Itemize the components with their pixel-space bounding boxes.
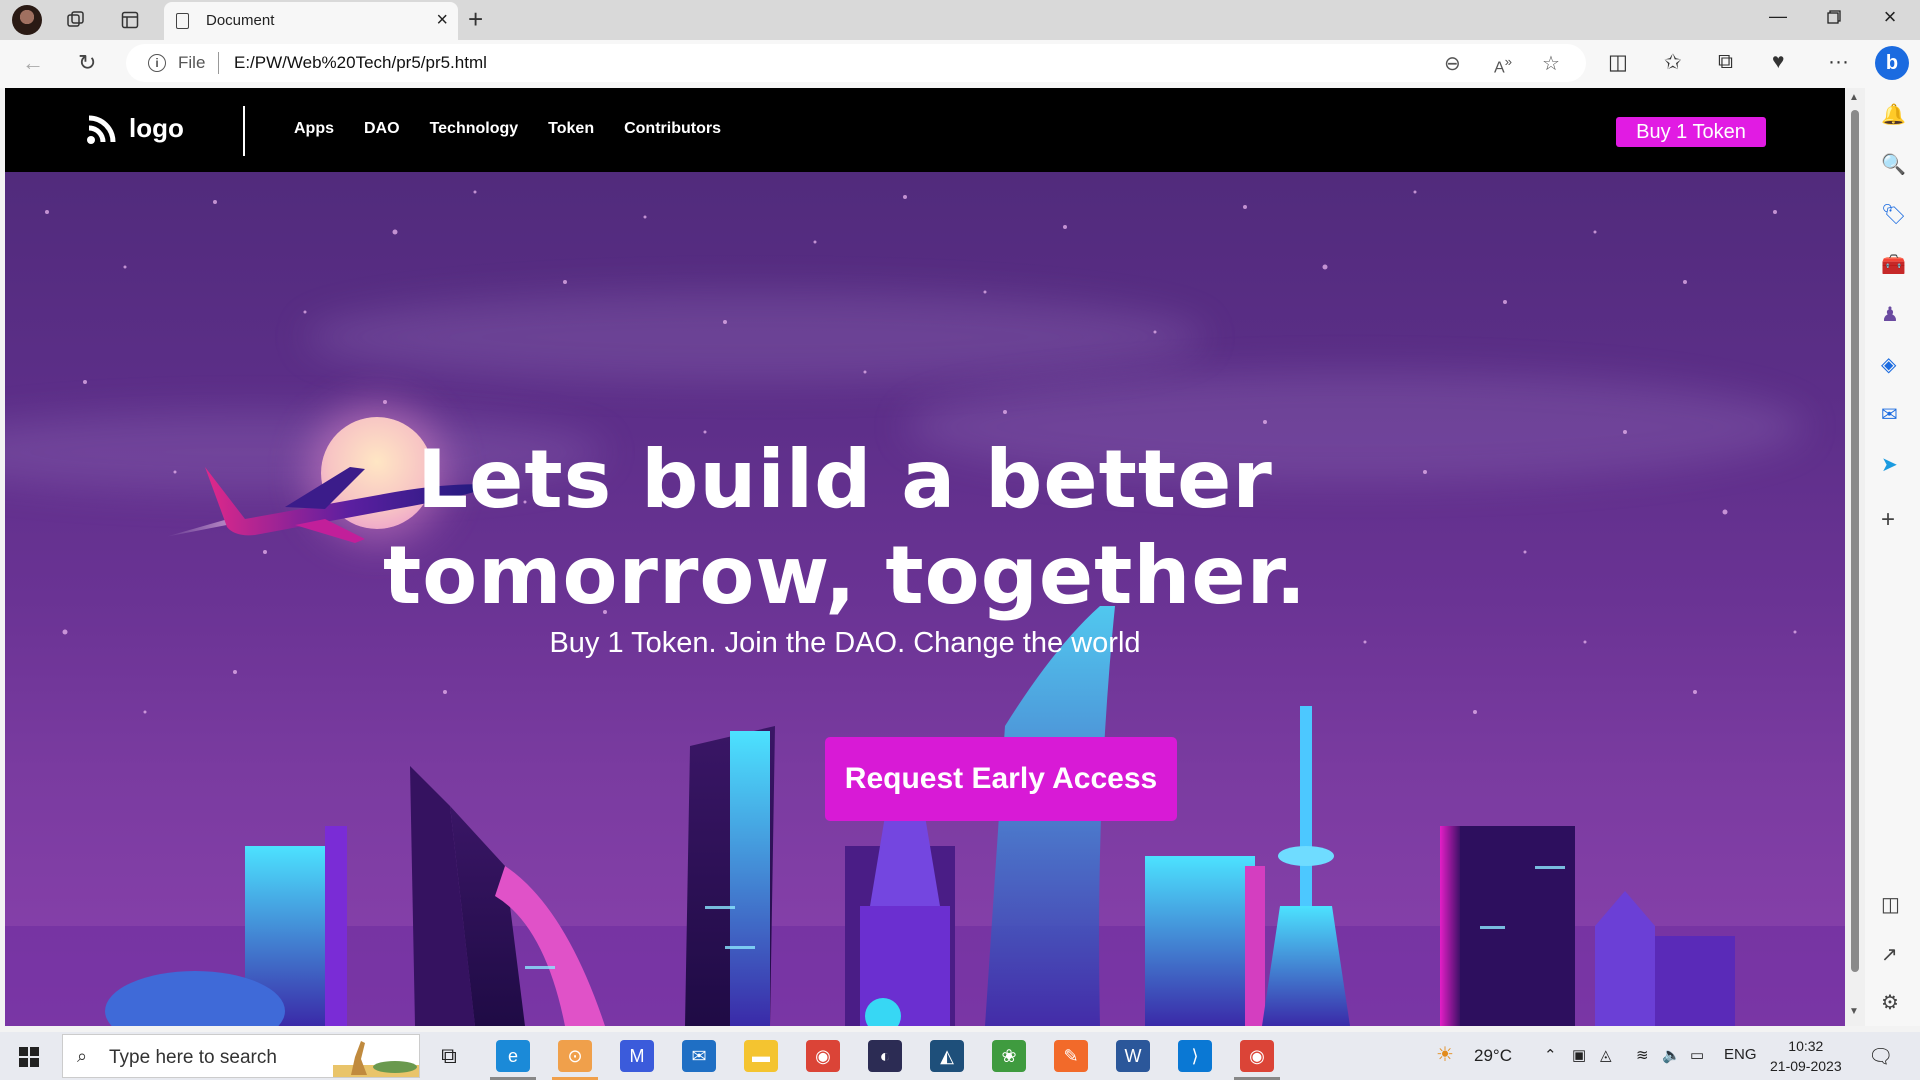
nav-item-token[interactable]: Token (548, 120, 594, 138)
refresh-icon[interactable]: ↻ (78, 50, 96, 76)
shopping-icon[interactable]: 🏷 (1881, 202, 1906, 227)
tools-icon[interactable]: 🧰 (1881, 252, 1906, 277)
favorites-icon[interactable]: ✩ (1664, 50, 1682, 75)
settings-gear-icon[interactable]: ⚙ (1881, 990, 1899, 1015)
browser-sidebar: b 🔔 🔍 🏷 🧰 ♟ ◈ ✉ ➤ + ◫ ↗ ⚙ (1865, 40, 1920, 1026)
site-logo[interactable]: logo (85, 110, 184, 146)
file-explorer-icon[interactable]: ▬ (744, 1040, 778, 1072)
scroll-up-icon[interactable]: ▲ (1849, 92, 1859, 103)
hero-subline: Buy 1 Token. Join the DAO. Change the wo… (549, 627, 1141, 659)
edge-icon[interactable]: e (496, 1040, 530, 1072)
workspaces-icon[interactable] (64, 8, 88, 32)
page-icon (176, 13, 189, 29)
main-menu: Apps DAO Technology Token Contributors (294, 120, 721, 138)
nav-item-dao[interactable]: DAO (364, 120, 400, 138)
mail-icon[interactable]: ✉ (682, 1040, 716, 1072)
windows-start-icon[interactable] (18, 1046, 40, 1068)
browser-titlebar: Document × + — × (0, 0, 1920, 40)
app-icon-orange-pen[interactable]: ✎ (1054, 1040, 1088, 1072)
microsoft-365-icon[interactable]: ◈ (1881, 352, 1896, 377)
search-icon: ⌕ (77, 1046, 88, 1066)
tab-actions-icon[interactable] (118, 8, 142, 32)
task-view-icon[interactable]: ⧉ (432, 1040, 466, 1072)
minimize-icon[interactable]: — (1758, 6, 1798, 27)
address-bar[interactable]: i File E:/PW/Web%20Tech/pr5/pr5.html ⊖ A… (126, 44, 1586, 82)
hide-sidebar-icon[interactable]: ◫ (1881, 892, 1900, 917)
address-separator (218, 52, 219, 74)
word-icon[interactable]: W (1116, 1040, 1150, 1072)
buy-token-button[interactable]: Buy 1 Token (1616, 117, 1766, 147)
page-scrollbar[interactable]: ▲ ▼ (1845, 88, 1865, 1026)
wifi-icon[interactable]: ≋ (1636, 1046, 1649, 1064)
collections-icon[interactable]: ⧉ (1718, 50, 1733, 74)
headline-line-2: tomorrow, together. (382, 529, 1308, 622)
site-navbar: logo Apps DAO Technology Token Contribut… (5, 88, 1845, 172)
search-icon[interactable]: 🔍 (1881, 152, 1906, 177)
clock-time: 10:32 (1788, 1038, 1824, 1054)
clock-date: 21-09-2023 (1770, 1058, 1842, 1074)
chrome-icon[interactable]: ◉ (806, 1040, 840, 1072)
hero-section: Lets build a better tomorrow, together. … (5, 172, 1845, 1026)
read-aloud-icon[interactable]: A» (1494, 54, 1512, 77)
hero-headline: Lets build a better tomorrow, together. (5, 432, 1685, 624)
search-placeholder: Type here to search (109, 1047, 277, 1068)
nav-divider (243, 106, 245, 156)
request-early-access-button[interactable]: Request Early Access (825, 737, 1177, 821)
show-hidden-icons-icon[interactable]: ⌃ (1544, 1046, 1557, 1064)
nav-item-contributors[interactable]: Contributors (624, 120, 721, 138)
favorite-star-icon[interactable]: ☆ (1542, 51, 1560, 76)
taskbar-search[interactable]: ⌕ Type here to search (62, 1034, 420, 1078)
mysql-icon[interactable]: ◭ (930, 1040, 964, 1072)
app-icon-blue[interactable]: M (620, 1040, 654, 1072)
close-tab-icon[interactable]: × (436, 9, 448, 32)
copilot-icon[interactable]: b (1875, 46, 1909, 80)
new-tab-icon[interactable]: + (468, 4, 483, 35)
temperature-text[interactable]: 29°C (1474, 1046, 1512, 1066)
windows-taskbar: ⌕ Type here to search ⧉ e ⊙ M ✉ ▬ ◉ ◐ ◭ … (0, 1032, 1920, 1080)
search-highlight-icon (333, 1041, 419, 1077)
drop-icon[interactable]: ➤ (1881, 452, 1898, 477)
zoom-out-icon[interactable]: ⊖ (1444, 51, 1461, 76)
open-external-icon[interactable]: ↗ (1881, 942, 1898, 967)
app-icon-green[interactable]: ❀ (992, 1040, 1026, 1072)
chrome-profile-icon[interactable]: ◉ (1240, 1040, 1274, 1072)
split-screen-icon[interactable]: ◫ (1608, 50, 1628, 75)
browser-toolbar: ← ↻ i File E:/PW/Web%20Tech/pr5/pr5.html… (0, 40, 1920, 88)
close-window-icon[interactable]: × (1870, 4, 1910, 30)
page-viewport: logo Apps DAO Technology Token Contribut… (5, 88, 1845, 1026)
eclipse-icon[interactable]: ◐ (868, 1040, 902, 1072)
tab-title: Document (206, 12, 275, 29)
file-label: File (178, 53, 206, 72)
logo-icon (87, 115, 116, 144)
volume-icon[interactable]: 🔈 (1662, 1046, 1681, 1064)
games-icon[interactable]: ♟ (1881, 302, 1899, 327)
vscode-icon[interactable]: ⟩ (1178, 1040, 1212, 1072)
weather-icon[interactable]: ☀ (1436, 1042, 1454, 1067)
app-icon-orange[interactable]: ⊙ (558, 1040, 592, 1072)
back-icon[interactable]: ← (22, 50, 44, 76)
browser-tab[interactable]: Document × (164, 2, 458, 40)
scroll-down-icon[interactable]: ▼ (1849, 1006, 1859, 1017)
battery-icon[interactable]: ▭ (1690, 1046, 1704, 1064)
device-icon[interactable]: ▣ (1572, 1046, 1586, 1064)
scroll-thumb[interactable] (1851, 110, 1859, 972)
system-clock[interactable]: 10:32 21-09-2023 (1770, 1036, 1842, 1076)
notifications-icon[interactable]: 🔔 (1881, 102, 1906, 127)
headline-line-1: Lets build a better (417, 433, 1273, 526)
nav-item-apps[interactable]: Apps (294, 120, 334, 138)
info-icon[interactable]: i (148, 54, 166, 72)
add-sidebar-icon[interactable]: + (1881, 506, 1895, 534)
outlook-icon[interactable]: ✉ (1881, 402, 1898, 427)
restore-icon[interactable] (1814, 10, 1854, 24)
browser-essentials-icon[interactable]: ♥ (1772, 50, 1784, 74)
network-icon[interactable]: ◬ (1600, 1046, 1612, 1064)
url-text[interactable]: E:/PW/Web%20Tech/pr5/pr5.html (234, 53, 487, 73)
notification-center-icon[interactable]: 🗨 (1868, 1044, 1893, 1069)
language-indicator[interactable]: ENG (1724, 1046, 1757, 1063)
logo-text: logo (129, 112, 184, 143)
more-menu-icon[interactable]: ··· (1828, 50, 1849, 74)
profile-avatar[interactable] (12, 5, 42, 35)
nav-item-technology[interactable]: Technology (430, 120, 519, 138)
